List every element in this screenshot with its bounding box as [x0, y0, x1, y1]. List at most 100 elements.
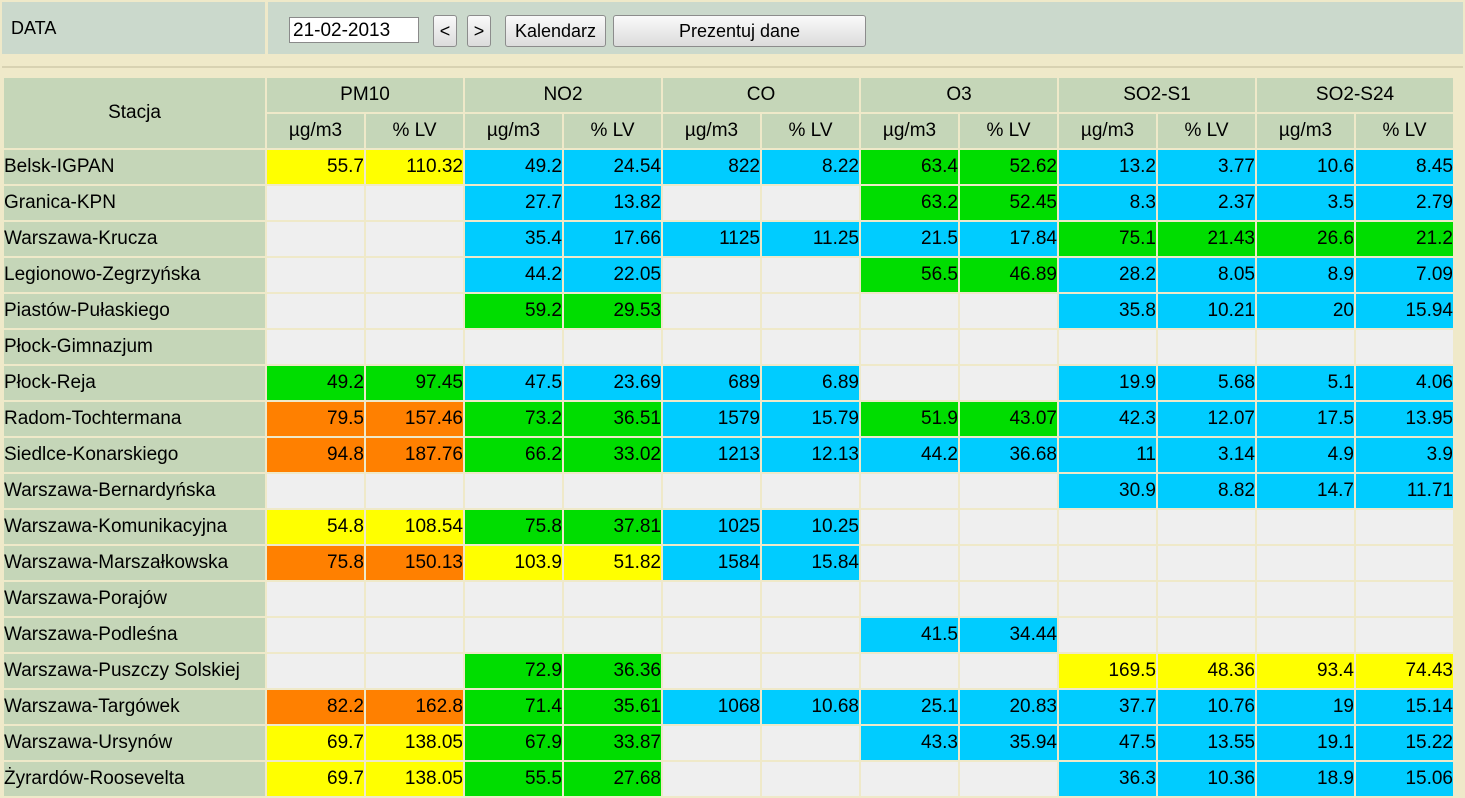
pollutant-header-pm10: PM10 [267, 78, 463, 112]
concentration-cell: 93.4 [1257, 654, 1354, 688]
table-body: Belsk-IGPAN 55.7 110.32 49.2 24.54 822 8.22 63.… [4, 150, 1453, 796]
concentration-cell [861, 366, 958, 400]
concentration-cell [861, 294, 958, 328]
concentration-cell: 19.9 [1059, 366, 1156, 400]
concentration-cell: 4.9 [1257, 438, 1354, 472]
concentration-cell [267, 222, 364, 256]
concentration-cell: 59.2 [465, 294, 562, 328]
table-row: Warszawa-Bernardyńska 30.9 8.82 14.7 11.71 [4, 474, 1453, 508]
concentration-cell: 1579 [663, 402, 760, 436]
concentration-cell [663, 618, 760, 652]
percent-lv-cell: 17.66 [564, 222, 661, 256]
percent-lv-cell: 36.51 [564, 402, 661, 436]
percent-lv-cell: 27.68 [564, 762, 661, 796]
percent-lv-cell [1158, 618, 1255, 652]
concentration-cell [267, 186, 364, 220]
percent-lv-cell: 23.69 [564, 366, 661, 400]
pollutant-header-so2-s1: SO2-S1 [1059, 78, 1255, 112]
concentration-cell: 63.4 [861, 150, 958, 184]
unit-header-percent-lv: % LV [1158, 114, 1255, 148]
concentration-cell [663, 330, 760, 364]
percent-lv-cell [564, 474, 661, 508]
percent-lv-cell: 29.53 [564, 294, 661, 328]
date-input[interactable] [289, 17, 419, 43]
concentration-cell [663, 762, 760, 796]
concentration-cell: 73.2 [465, 402, 562, 436]
station-column-header: Stacja [4, 78, 265, 148]
percent-lv-cell [564, 618, 661, 652]
concentration-cell: 56.5 [861, 258, 958, 292]
next-day-button[interactable]: > [467, 15, 491, 47]
table-row: Warszawa-Targówek 82.2 162.8 71.4 35.61 1068 1… [4, 690, 1453, 724]
percent-lv-cell: 97.45 [366, 366, 463, 400]
concentration-cell: 8.9 [1257, 258, 1354, 292]
percent-lv-cell [762, 186, 859, 220]
air-quality-table: Stacja PM10 NO2 CO O3 SO2-S1 SO2-S24 µg/… [2, 76, 1455, 798]
concentration-cell: 35.4 [465, 222, 562, 256]
percent-lv-cell [1356, 618, 1453, 652]
percent-lv-cell: 13.95 [1356, 402, 1453, 436]
concentration-cell [465, 618, 562, 652]
percent-lv-cell: 157.46 [366, 402, 463, 436]
percent-lv-cell: 2.79 [1356, 186, 1453, 220]
percent-lv-cell: 7.09 [1356, 258, 1453, 292]
pollutant-header-so2-s24: SO2-S24 [1257, 78, 1453, 112]
concentration-cell: 30.9 [1059, 474, 1156, 508]
percent-lv-cell: 10.68 [762, 690, 859, 724]
percent-lv-cell [762, 618, 859, 652]
percent-lv-cell: 3.77 [1158, 150, 1255, 184]
concentration-cell [267, 294, 364, 328]
concentration-cell [663, 258, 760, 292]
concentration-cell [465, 330, 562, 364]
percent-lv-cell [366, 330, 463, 364]
table-row: Belsk-IGPAN 55.7 110.32 49.2 24.54 822 8.22 63.… [4, 150, 1453, 184]
concentration-cell [861, 546, 958, 580]
percent-lv-cell: 15.79 [762, 402, 859, 436]
percent-lv-cell: 12.07 [1158, 402, 1255, 436]
percent-lv-cell: 36.36 [564, 654, 661, 688]
percent-lv-cell [960, 654, 1057, 688]
percent-lv-cell: 3.9 [1356, 438, 1453, 472]
date-label: DATA [2, 2, 265, 54]
percent-lv-cell: 15.06 [1356, 762, 1453, 796]
concentration-cell: 1213 [663, 438, 760, 472]
station-name: Warszawa-Puszczy Solskiej [4, 654, 265, 688]
show-data-button[interactable]: Prezentuj dane [613, 15, 866, 47]
percent-lv-cell [366, 222, 463, 256]
concentration-cell: 1068 [663, 690, 760, 724]
unit-header-concentration: µg/m3 [465, 114, 562, 148]
percent-lv-cell [564, 330, 661, 364]
percent-lv-cell [960, 366, 1057, 400]
separator-bar [2, 58, 1463, 68]
calendar-button[interactable]: Kalendarz [505, 15, 606, 47]
percent-lv-cell [762, 726, 859, 760]
percent-lv-cell [960, 474, 1057, 508]
concentration-cell [663, 582, 760, 616]
concentration-cell [663, 726, 760, 760]
concentration-cell [465, 474, 562, 508]
percent-lv-cell [960, 546, 1057, 580]
previous-day-button[interactable]: < [433, 15, 457, 47]
pollutant-header-no2: NO2 [465, 78, 661, 112]
percent-lv-cell [1158, 330, 1255, 364]
table-row: Granica-KPN 27.7 13.82 63.2 52.45 8.3 2.37 3.5 2… [4, 186, 1453, 220]
percent-lv-cell [960, 510, 1057, 544]
table-row: Piastów-Pułaskiego 59.2 29.53 35.8 10.21 20 15… [4, 294, 1453, 328]
concentration-cell: 71.4 [465, 690, 562, 724]
percent-lv-cell: 10.36 [1158, 762, 1255, 796]
percent-lv-cell: 22.05 [564, 258, 661, 292]
concentration-cell: 19 [1257, 690, 1354, 724]
percent-lv-cell: 10.21 [1158, 294, 1255, 328]
percent-lv-cell [762, 258, 859, 292]
unit-header-concentration: µg/m3 [861, 114, 958, 148]
concentration-cell: 26.6 [1257, 222, 1354, 256]
percent-lv-cell: 13.55 [1158, 726, 1255, 760]
concentration-cell: 44.2 [465, 258, 562, 292]
percent-lv-cell: 34.44 [960, 618, 1057, 652]
station-name: Warszawa-Ursynów [4, 726, 265, 760]
percent-lv-cell [1356, 582, 1453, 616]
unit-header-concentration: µg/m3 [1257, 114, 1354, 148]
concentration-cell: 79.5 [267, 402, 364, 436]
percent-lv-cell: 15.22 [1356, 726, 1453, 760]
concentration-cell [465, 582, 562, 616]
